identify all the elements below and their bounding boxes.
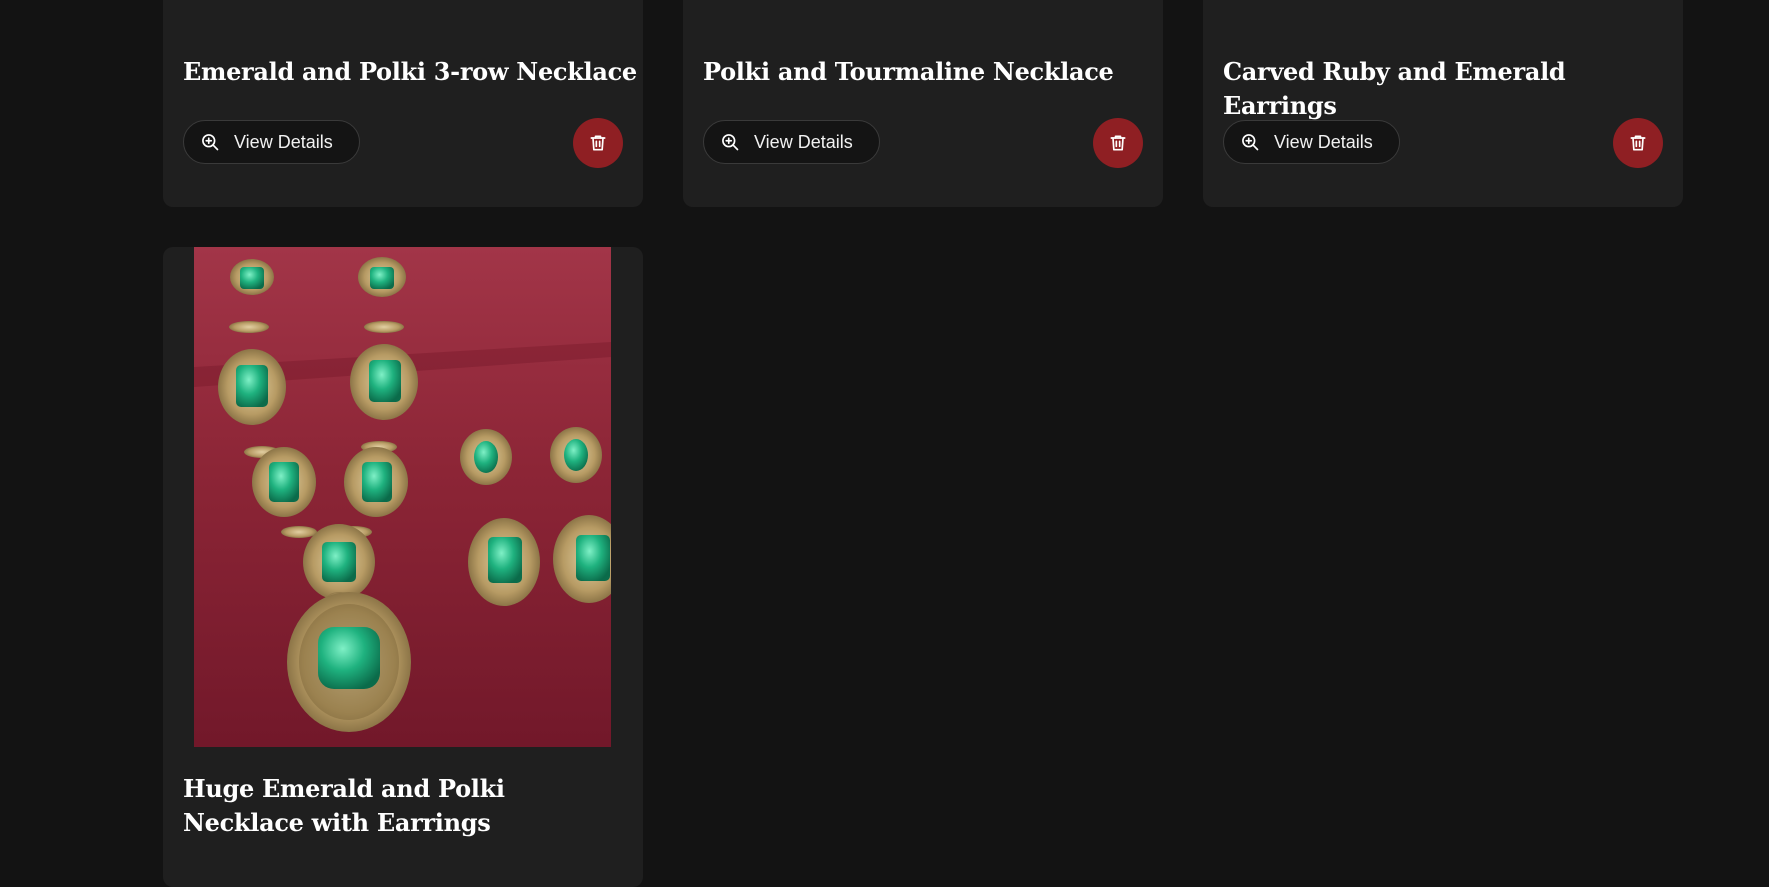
product-card: Huge Emerald and Polki Necklace with Ear…: [163, 247, 643, 887]
trash-icon: [1108, 133, 1128, 153]
zoom-in-icon: [200, 132, 220, 152]
view-details-button[interactable]: View Details: [183, 120, 360, 164]
view-details-label: View Details: [234, 131, 333, 152]
trash-icon: [1628, 133, 1648, 153]
product-card: Carved Ruby and Emerald Earrings View De…: [1203, 0, 1683, 207]
product-card: Emerald and Polki 3-row Necklace View De…: [163, 0, 643, 207]
product-title: Carved Ruby and Emerald Earrings: [1223, 57, 1566, 120]
delete-button[interactable]: [573, 118, 623, 168]
delete-button[interactable]: [1093, 118, 1143, 168]
product-card: Polki and Tourmaline Necklace View Detai…: [683, 0, 1163, 207]
delete-button[interactable]: [1613, 118, 1663, 168]
product-grid: Emerald and Polki 3-row Necklace View De…: [163, 0, 1684, 887]
product-title: Emerald and Polki 3-row Necklace: [183, 57, 637, 86]
product-image[interactable]: [194, 247, 611, 747]
view-details-button[interactable]: View Details: [1223, 120, 1400, 164]
trash-icon: [588, 133, 608, 153]
necklace-earrings-photo: [194, 247, 611, 747]
view-details-label: View Details: [1274, 131, 1373, 152]
view-details-label: View Details: [754, 131, 853, 152]
view-details-button[interactable]: View Details: [703, 120, 880, 164]
zoom-in-icon: [1240, 132, 1260, 152]
zoom-in-icon: [720, 132, 740, 152]
product-title: Polki and Tourmaline Necklace: [703, 57, 1114, 86]
